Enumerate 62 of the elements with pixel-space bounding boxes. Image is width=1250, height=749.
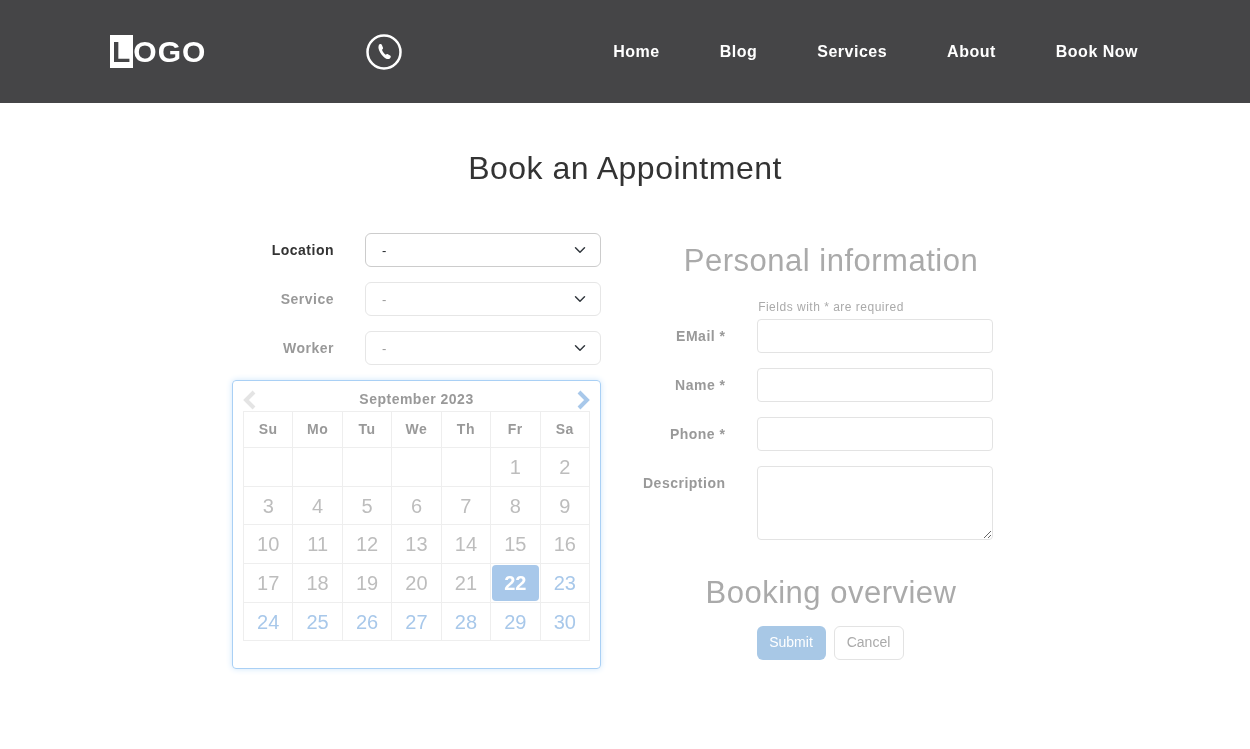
weekday-label: Fr <box>490 411 541 448</box>
weekday-label: Sa <box>540 411 590 448</box>
calendar-day: 15 <box>491 526 540 563</box>
calendar-day: 7 <box>441 487 491 524</box>
calendar-day[interactable]: 30 <box>540 603 589 640</box>
month-title: September 2023 <box>359 390 474 410</box>
calendar-day[interactable]: 26 <box>342 603 392 640</box>
field-label: EMail * <box>675 326 726 346</box>
calendar-day: 10 <box>244 526 293 563</box>
nav-link[interactable]: Services <box>817 39 888 64</box>
field-label: Service <box>279 289 334 309</box>
calendar-day[interactable]: 29 <box>491 603 540 640</box>
calendar-day: 14 <box>441 526 491 563</box>
calendar-day: 3 <box>244 487 293 524</box>
calendar-day: 1 <box>491 449 540 486</box>
calendar-day[interactable]: 24 <box>244 603 293 640</box>
calendar-day: 16 <box>540 526 589 563</box>
calendar-day: 12 <box>342 526 392 563</box>
calendar-day: 6 <box>392 487 441 524</box>
chevron-right-icon[interactable] <box>576 389 590 410</box>
weekday-label: We <box>391 411 442 448</box>
nav-link[interactable]: Book Now <box>1055 39 1138 64</box>
section-heading: Booking overview <box>705 573 957 611</box>
calendar-day: 2 <box>540 449 589 486</box>
calendar-day: 11 <box>293 526 342 563</box>
select-field[interactable]: - <box>365 233 601 268</box>
calendar-day: 20 <box>392 564 441 601</box>
cancel-button[interactable]: Cancel <box>833 625 904 660</box>
field-label: Location <box>270 240 334 260</box>
calendar-day[interactable]: 22 <box>492 564 539 601</box>
calendar-day: 4 <box>293 487 342 524</box>
calendar-day[interactable]: 27 <box>392 603 441 640</box>
input-field[interactable] <box>756 318 993 353</box>
section-heading: Personal information <box>683 242 979 280</box>
calendar-day[interactable]: 28 <box>441 603 491 640</box>
calendar-day: 21 <box>441 564 491 601</box>
description-field[interactable] <box>756 465 993 540</box>
weekday-label: Mo <box>292 411 343 448</box>
weekday-label: Su <box>243 411 293 448</box>
calendar-day: 5 <box>342 487 392 524</box>
calendar-day: 8 <box>491 487 540 524</box>
field-label: Worker <box>282 338 334 358</box>
field-label: Description <box>642 473 726 493</box>
calendar-day: 18 <box>293 564 342 601</box>
page-title: Book an Appointment <box>467 149 783 188</box>
required-note: Fields with * are required <box>758 298 904 316</box>
calendar-day: 13 <box>392 526 441 563</box>
calendar-day: 17 <box>244 564 293 601</box>
calendar-day: 9 <box>540 487 589 524</box>
phone-icon[interactable] <box>366 33 403 70</box>
nav-link[interactable]: About <box>947 39 996 64</box>
calendar-day[interactable]: 23 <box>540 564 589 601</box>
input-field[interactable] <box>756 367 993 402</box>
weekday-label: Tu <box>342 411 392 448</box>
input-field[interactable] <box>756 416 993 451</box>
calendar-day: 19 <box>342 564 392 601</box>
nav-link[interactable]: Blog <box>719 39 758 64</box>
nav-link[interactable]: Home <box>613 39 660 64</box>
weekday-label: Th <box>441 411 491 448</box>
calendar-day[interactable]: 25 <box>293 603 342 640</box>
field-label: Phone * <box>668 424 726 444</box>
field-label: Name * <box>674 375 726 395</box>
